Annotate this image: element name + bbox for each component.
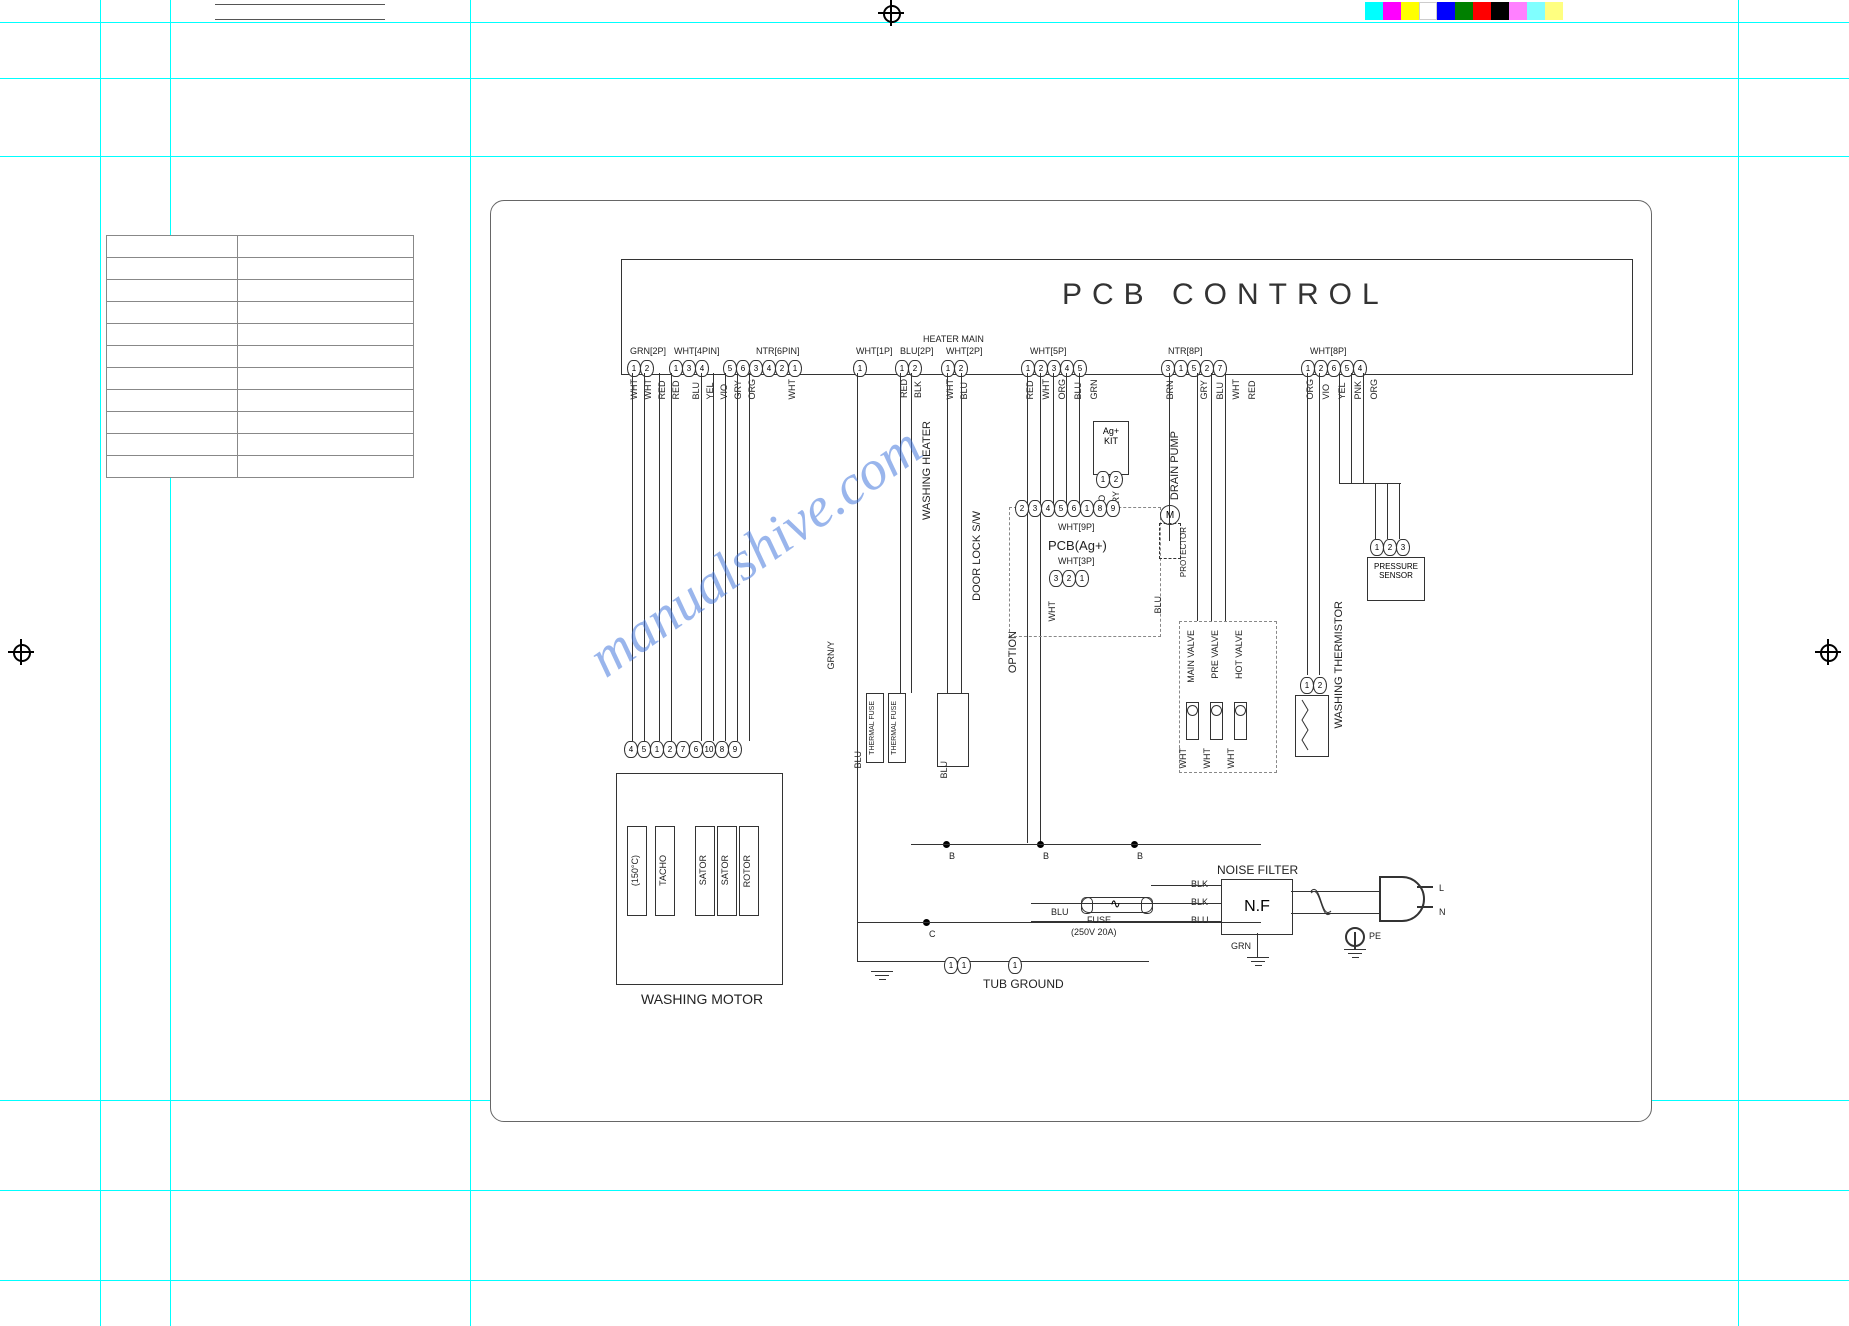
drain-pump: DRAIN PUMP <box>1169 431 1181 500</box>
pcb-ag: PCB(Ag+) <box>1048 538 1107 553</box>
switch-icon <box>1307 881 1337 921</box>
heater-main: HEATER MAIN <box>923 334 984 344</box>
nf-grn: GRN <box>1231 941 1251 951</box>
conn-label: BLU[2P] <box>900 346 934 356</box>
pcb-ag-box: 23456189 WHT[9P] PCB(Ag+) WHT[3P] 321 <box>1009 507 1161 637</box>
pins-wht1p: 1 <box>854 360 867 377</box>
motor-sator1: SATOR <box>698 855 708 885</box>
motor-icon: M <box>1160 505 1180 525</box>
valve-in1: WHT <box>1178 748 1188 769</box>
color-bars <box>1365 2 1563 20</box>
washing-thermistor: WASHING THERMISTOR <box>1333 601 1345 729</box>
wires-wht8p: ORG VIO YEL PNK ORG <box>1305 379 1379 400</box>
wht9p: WHT[9P] <box>1058 522 1095 532</box>
wires-wht2p: WHT BLU <box>945 379 969 400</box>
thermal-fuse-2: THERMAL FUSE <box>891 701 898 755</box>
ruler-strip <box>215 4 385 20</box>
thermistor-box <box>1295 695 1329 757</box>
pins-wht2p: 12 <box>942 360 968 377</box>
door-lock-box <box>937 693 969 767</box>
conn-label: WHT[1P] <box>856 346 893 356</box>
conn-label: NTR[8P] <box>1168 346 1203 356</box>
pins-ntr8p: 31527 <box>1162 360 1227 377</box>
motor-150: (150°C) <box>630 855 640 886</box>
noise-filter-box: N.F <box>1221 879 1293 935</box>
pins-ntr6pin: 563421 <box>724 360 802 377</box>
pcb-control-title: PCB CONTROL <box>1062 278 1389 312</box>
plug-icon <box>1379 876 1425 922</box>
mains-PE: PE <box>1369 931 1381 941</box>
motor-pins: 45 12 76 108 9 <box>625 741 742 758</box>
motor-rotor: ROTOR <box>742 855 752 887</box>
tub-ground: TUB GROUND <box>983 977 1064 991</box>
fuse-rating: (250V 20A) <box>1071 927 1117 937</box>
washing-motor-label: WASHING MOTOR <box>641 991 763 1007</box>
fuse-label: FUSE <box>1087 915 1111 925</box>
conn-label: WHT[5P] <box>1030 346 1067 356</box>
conn-label: NTR[6PIN] <box>756 346 800 356</box>
wht3p: WHT[3P] <box>1058 556 1095 566</box>
schematic-panel: PCB CONTROL GRN[2P] WHT[4PIN] NTR[6PIN] … <box>490 200 1652 1122</box>
valve-in2: WHT <box>1202 748 1212 769</box>
legend-table <box>106 235 414 478</box>
blu-tf: BLU <box>853 751 863 769</box>
motor-sator2: SATOR <box>720 855 730 885</box>
blu-dl: BLU <box>939 761 949 779</box>
pins-wht4pin: 134 <box>670 360 709 377</box>
mains-L: L <box>1439 883 1444 893</box>
thermal-fuse-1: THERMAL FUSE <box>869 701 876 755</box>
option-label: OPTION <box>1007 631 1019 673</box>
dp-blu: BLU <box>1153 596 1163 614</box>
pcb-ag-out: WHT <box>1047 601 1057 622</box>
noise-filter-label: NOISE FILTER <box>1217 863 1298 877</box>
fuse-icon: ∿ <box>1081 897 1153 913</box>
pre-valve: PRE VALVE <box>1210 630 1220 679</box>
conn-label: GRN[2P] <box>630 346 666 356</box>
reg-crosshair <box>1815 639 1841 665</box>
pins-wht5p: 12345 <box>1022 360 1087 377</box>
nf-blu: BLU <box>1051 907 1069 917</box>
grn-y: GRN/Y <box>826 641 836 670</box>
pcb-control-box: PCB CONTROL GRN[2P] WHT[4PIN] NTR[6PIN] … <box>621 259 1633 375</box>
washing-heater: WASHING HEATER <box>921 421 933 520</box>
wires-wht5p: RED WHT ORG BLU GRN <box>1025 379 1099 400</box>
pressure-sensor: PRESSURE SENSOR <box>1367 557 1425 601</box>
main-valve: MAIN VALVE <box>1186 630 1196 683</box>
reg-crosshair <box>878 0 904 26</box>
pe-icon <box>1345 927 1365 947</box>
conn-label: WHT[8P] <box>1310 346 1347 356</box>
valve-in3: WHT <box>1226 748 1236 769</box>
motor-tacho: TACHO <box>658 855 668 886</box>
valves-box: MAIN VALVE PRE VALVE HOT VALVE WHT WHT W… <box>1179 621 1277 773</box>
door-lock: DOOR LOCK S/W <box>971 511 983 601</box>
conn-label: WHT[4PIN] <box>674 346 720 356</box>
reg-crosshair <box>8 639 34 665</box>
hot-valve: HOT VALVE <box>1234 630 1244 679</box>
pins-wht8p: 12654 <box>1302 360 1367 377</box>
conn-label: WHT[2P] <box>946 346 983 356</box>
mains-N: N <box>1439 907 1446 917</box>
washing-motor-box: (150°C) TACHO SATOR SATOR ROTOR <box>616 773 783 985</box>
ag-kit: Ag+ KIT <box>1093 421 1129 475</box>
